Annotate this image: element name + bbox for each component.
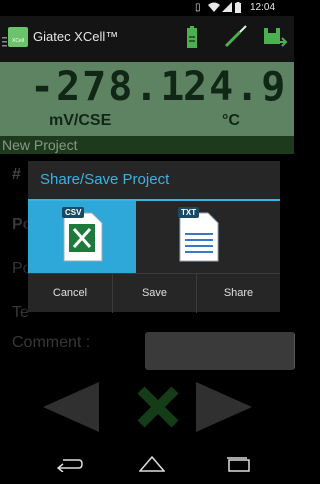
back-icon[interactable] [56,456,83,477]
save-button[interactable]: Save [113,273,197,313]
app-logo[interactable]: XCell [8,27,28,47]
csv-option[interactable]: CSV [28,201,136,273]
csv-badge: CSV [62,207,85,218]
signal-icon [222,2,232,15]
txt-file-icon: TXT [176,207,222,268]
txt-badge: TXT [178,207,200,218]
home-icon[interactable] [138,455,166,477]
drawer-menu-icon[interactable] [2,34,7,47]
app-title: Giatec XCell™ [33,29,119,44]
clock: 12:04 [250,2,276,13]
probe-icon[interactable] [222,24,248,55]
share-button[interactable]: Share [197,273,280,313]
battery-icon [235,2,241,16]
navigation-bar [0,444,294,484]
status-bar: ▯ 12:04 [0,0,294,16]
csv-file-icon: CSV [60,207,106,268]
action-bar: XCell Giatec XCell™ [0,16,294,62]
share-save-dialog: Share/Save Project CSV TXT Cancel Save S… [28,161,280,313]
battery-device-icon [187,26,197,53]
recents-icon[interactable] [225,456,251,477]
save-device-icon[interactable] [262,24,288,55]
vibrate-icon: ▯ [195,2,201,13]
txt-option[interactable]: TXT [136,201,280,273]
wifi-icon [208,2,220,15]
cancel-button[interactable]: Cancel [28,273,113,313]
dialog-title: Share/Save Project [40,171,170,188]
